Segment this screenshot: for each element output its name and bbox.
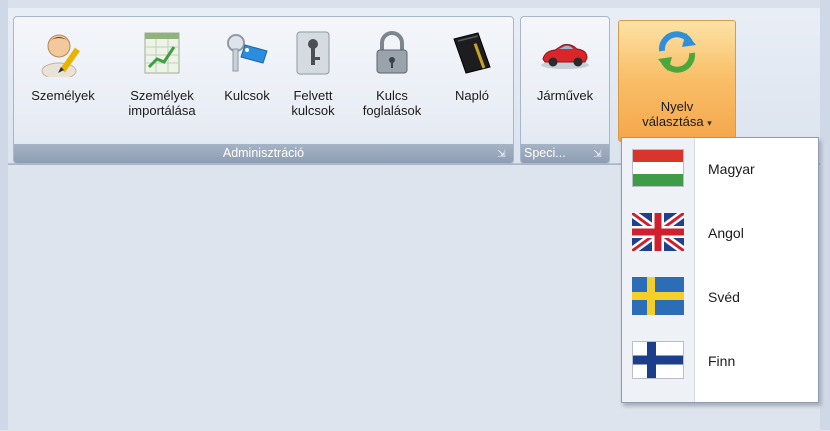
log-label: Napló xyxy=(455,88,489,103)
import-persons-label: Személyek xyxy=(130,88,194,103)
key-bookings-label: Kulcs xyxy=(376,88,408,103)
language-option-english[interactable]: Angol xyxy=(622,202,818,264)
chevron-down-icon: ▾ xyxy=(707,118,712,128)
finland-flag-icon xyxy=(632,341,684,379)
language-select-label-2: választása xyxy=(642,114,704,129)
vehicles-label: Járművek xyxy=(536,88,594,103)
language-select-button[interactable]: Nyelv választása ▾ xyxy=(618,20,736,142)
keys-label: Kulcsok xyxy=(224,88,270,103)
language-option-label: Magyar xyxy=(708,161,755,177)
refresh-arrows-icon xyxy=(652,27,702,80)
hungary-flag-icon xyxy=(632,149,684,187)
log-book-icon xyxy=(448,29,496,80)
key-cabinet-icon xyxy=(291,29,335,80)
dialog-launcher-icon[interactable]: ⇲ xyxy=(496,149,507,160)
group-title-administration: Adminisztráció xyxy=(14,144,513,163)
keys-button[interactable]: Kulcsok xyxy=(215,23,279,133)
group-administration: Személyek Személyek importálása Kulcsok … xyxy=(13,16,514,164)
padlock-icon xyxy=(368,29,416,80)
log-button[interactable]: Napló xyxy=(442,23,502,133)
import-persons-button[interactable]: Személyek importálása xyxy=(111,23,213,133)
received-keys-button[interactable]: Felvett kulcsok xyxy=(282,23,344,133)
language-option-label: Angol xyxy=(708,225,744,241)
language-option-hungarian[interactable]: Magyar xyxy=(622,138,818,200)
import-persons-label-2: importálása xyxy=(128,103,196,118)
user-pencil-icon xyxy=(39,29,87,80)
uk-flag-icon xyxy=(632,213,684,251)
received-keys-label: Felvett xyxy=(293,88,333,103)
vehicles-button[interactable]: Járművek xyxy=(525,23,605,133)
key-bookings-button[interactable]: Kulcs foglalások xyxy=(349,23,435,133)
persons-label: Személyek xyxy=(31,88,95,103)
persons-button[interactable]: Személyek xyxy=(19,23,107,133)
language-option-label: Svéd xyxy=(708,289,740,305)
dialog-launcher-icon[interactable]: ⇲ xyxy=(592,149,603,160)
key-bookings-label-2: foglalások xyxy=(362,103,422,118)
language-option-finnish[interactable]: Finn xyxy=(622,330,818,392)
group-special: Járművek Speci... ⇲ xyxy=(520,16,610,164)
import-chart-icon xyxy=(139,29,185,80)
language-option-label: Finn xyxy=(708,353,736,369)
key-tag-icon xyxy=(223,29,271,80)
received-keys-label-2: kulcsok xyxy=(291,103,335,118)
car-icon xyxy=(539,29,591,80)
language-select-label: Nyelv xyxy=(660,99,694,114)
language-menu: Magyar Angol Svéd Finn xyxy=(621,137,819,403)
sweden-flag-icon xyxy=(632,277,684,315)
language-option-swedish[interactable]: Svéd xyxy=(622,266,818,328)
